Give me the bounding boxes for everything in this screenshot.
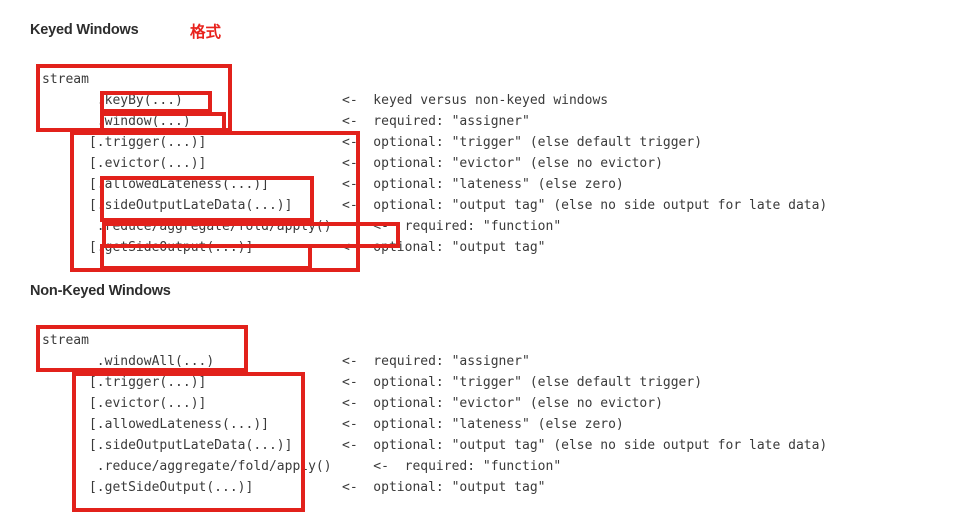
code-line: [.getSideOutput(...)] <- optional: "outpu… — [42, 237, 546, 258]
page-title-keyed-windows: Keyed Windows — [30, 22, 139, 38]
code-line-comment: <- optional: "lateness" (else zero) — [342, 177, 624, 192]
code-line-expression: [.trigger(...)] — [42, 135, 207, 150]
code-line-expression: [.allowedLateness(...)] — [42, 177, 269, 192]
code-line-expression: [.sideOutputLateData(...)] — [42, 438, 293, 453]
code-line-comment: <- optional: "output tag" (else no side … — [342, 438, 828, 453]
code-line-comment: <- keyed versus non-keyed windows — [342, 93, 609, 108]
code-line-comment: <- required: "assigner" — [342, 354, 530, 369]
code-line-comment: <- optional: "output tag" — [342, 480, 546, 495]
code-line-expression: .windowAll(...) — [42, 354, 215, 369]
code-line: [.sideOutputLateData(...)] <- optional: "… — [42, 435, 827, 456]
code-line: stream — [42, 69, 332, 90]
code-line-expression: [.allowedLateness(...)] — [42, 417, 269, 432]
code-line: .reduce/aggregate/fold/apply() <- requir… — [42, 216, 561, 237]
code-line: [.allowedLateness(...)] <- optional: "lat… — [42, 174, 624, 195]
code-line-expression: .reduce/aggregate/fold/apply() — [42, 219, 332, 234]
code-line: [.allowedLateness(...)] <- optional: "lat… — [42, 414, 624, 435]
code-line-comment: <- optional: "lateness" (else zero) — [342, 417, 624, 432]
code-line-expression: [.evictor(...)] — [42, 396, 207, 411]
code-line: .reduce/aggregate/fold/apply() <- requir… — [42, 456, 561, 477]
code-line: [.evictor(...)] <- optional: "evictor" (e… — [42, 153, 663, 174]
code-line: [.trigger(...)] <- optional: "trigger" (e… — [42, 132, 702, 153]
code-line-expression: [.sideOutputLateData(...)] — [42, 198, 293, 213]
code-line-comment: <- optional: "trigger" (else default tri… — [342, 375, 703, 390]
code-line: stream — [42, 330, 332, 351]
heading-badge-format: 格式 — [190, 23, 222, 41]
code-line-expression: [.getSideOutput(...)] — [42, 240, 254, 255]
code-line: [.trigger(...)] <- optional: "trigger" (e… — [42, 372, 702, 393]
code-line: .keyBy(...) <- keyed versus non-keyed win… — [42, 90, 608, 111]
code-line-expression: [.getSideOutput(...)] — [42, 480, 254, 495]
code-line-expression: [.evictor(...)] — [42, 156, 207, 171]
code-line-expression: stream — [42, 333, 89, 348]
code-line-expression: .reduce/aggregate/fold/apply() — [42, 459, 332, 474]
code-line: [.sideOutputLateData(...)] <- optional: "… — [42, 195, 827, 216]
code-line-comment: <- optional: "evictor" (else no evictor) — [342, 156, 663, 171]
code-line-comment: <- optional: "evictor" (else no evictor) — [342, 396, 663, 411]
code-line: [.evictor(...)] <- optional: "evictor" (e… — [42, 393, 663, 414]
code-line-comment: <- optional: "output tag" — [342, 240, 546, 255]
code-block-non-keyed-windows: stream .windowAll(...) <- required: "assi… — [42, 330, 827, 498]
code-line: .window(...) <- required: "assigner" — [42, 111, 530, 132]
code-line-expression: .window(...) — [42, 114, 191, 129]
code-line-expression: .keyBy(...) — [42, 93, 183, 108]
code-line-comment: <- required: "assigner" — [342, 114, 530, 129]
code-line-comment: <- optional: "output tag" (else no side … — [342, 198, 828, 213]
code-line-expression: [.trigger(...)] — [42, 375, 207, 390]
code-line-comment: <- optional: "trigger" (else default tri… — [342, 135, 703, 150]
code-line-expression: stream — [42, 72, 89, 87]
code-line-comment: <- required: "function" — [342, 219, 562, 234]
code-line-comment: <- required: "function" — [342, 459, 562, 474]
code-line: .windowAll(...) <- required: "assigner" — [42, 351, 530, 372]
page-title-non-keyed-windows: Non-Keyed Windows — [30, 283, 171, 299]
code-block-keyed-windows: stream .keyBy(...) <- keyed versus non-ke… — [42, 69, 827, 258]
code-line: [.getSideOutput(...)] <- optional: "outpu… — [42, 477, 546, 498]
